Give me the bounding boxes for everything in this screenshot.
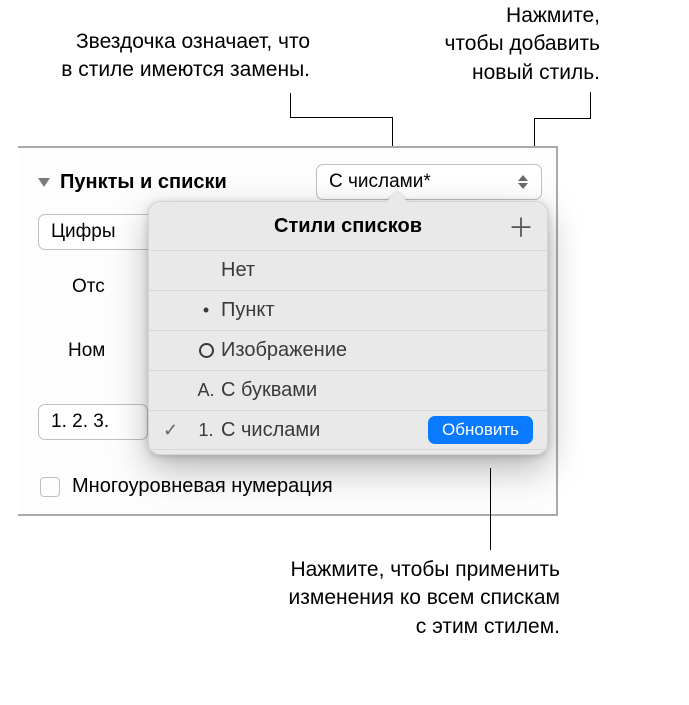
update-style-button[interactable]: Обновить — [428, 416, 533, 444]
list-style-label: С числами — [221, 419, 428, 442]
list-style-label: Изображение — [221, 339, 533, 362]
add-style-button[interactable]: ＋ — [507, 212, 535, 240]
callout-add-style: Нажмите,чтобы добавитьновый стиль. — [390, 2, 600, 87]
list-style-label: Пункт — [221, 299, 533, 322]
callout-asterisk: Звездочка означает, чтов стиле имеются з… — [10, 28, 310, 85]
number-format-label: Цифры — [51, 221, 116, 243]
hierarchy-popup-label: 1. 2. 3. — [51, 411, 109, 433]
list-marker-icon: 1. — [191, 420, 221, 441]
list-styles-popover: Стили списков ＋ Нет•ПунктИзображениеA.С … — [148, 201, 548, 455]
list-style-item[interactable]: ✓1.С числамиОбновить — [149, 410, 547, 450]
number-format-popup[interactable]: Цифры — [38, 214, 158, 250]
tiered-label: Многоуровневая нумерация — [72, 475, 333, 498]
hierarchy-popup[interactable]: 1. 2. 3. — [38, 404, 148, 440]
section-title: Пункты и списки — [60, 171, 316, 194]
list-marker-icon: A. — [191, 380, 221, 401]
list-style-item[interactable]: Изображение — [149, 330, 547, 370]
list-styles-items: Нет•ПунктИзображениеA.С буквами✓1.С числ… — [149, 250, 547, 450]
disclosure-triangle[interactable] — [38, 178, 50, 187]
popover-title: Стили списков — [274, 215, 422, 238]
checkmark-icon: ✓ — [163, 420, 191, 441]
list-marker-icon: • — [191, 300, 221, 321]
list-style-item[interactable]: A.С буквами — [149, 370, 547, 410]
list-style-item[interactable]: •Пункт — [149, 290, 547, 330]
list-style-item[interactable]: Нет — [149, 250, 547, 290]
list-style-label: С буквами — [221, 379, 533, 402]
callout-update: Нажмите, чтобы применитьизменения ко все… — [260, 556, 560, 641]
tiered-checkbox[interactable] — [40, 477, 60, 497]
list-style-popup-button[interactable]: С числами* — [316, 164, 542, 200]
indent-label: Отс — [72, 276, 105, 298]
list-style-popup-label: С числами* — [329, 171, 517, 193]
updown-icon — [517, 175, 529, 189]
list-style-label: Нет — [221, 259, 533, 282]
number-row-label: Ном — [68, 340, 105, 362]
list-marker-icon — [191, 343, 221, 358]
